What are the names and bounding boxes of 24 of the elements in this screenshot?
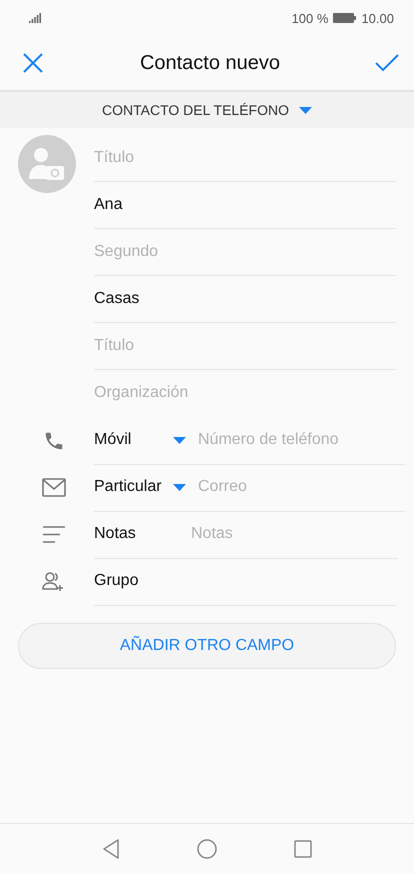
input-field[interactable]: Número de teléfono <box>198 425 405 455</box>
input-field[interactable]: Casas <box>94 276 396 323</box>
type-dropdown[interactable]: Móvil <box>94 425 186 455</box>
caret-icon <box>173 436 186 444</box>
account-selector[interactable]: CONTACTO DEL TELÉFONO <box>0 90 414 128</box>
mail-icon <box>42 478 66 497</box>
battery-icon <box>333 13 356 23</box>
caret-icon <box>173 484 186 490</box>
battery-percent: 100 % <box>292 10 328 26</box>
input-field[interactable]: Notas <box>191 519 398 549</box>
field-label: Notas <box>94 525 137 543</box>
input-field[interactable]: Segundo <box>94 229 396 276</box>
clock-time: 10.00 <box>361 10 394 26</box>
caret-icon <box>298 106 312 114</box>
input-field[interactable]: Correo <box>198 472 405 502</box>
input-field[interactable]: Título <box>94 135 396 182</box>
type-dropdown[interactable]: Particular <box>94 472 186 502</box>
signal-icon <box>29 13 42 23</box>
input-field[interactable]: Organización <box>94 370 396 417</box>
notes-icon <box>43 526 65 543</box>
field-label: Grupo <box>94 572 140 590</box>
input-field[interactable]: Ana <box>94 182 396 229</box>
screen-title: Contacto nuevo <box>140 52 280 74</box>
input-field[interactable]: Título <box>94 323 396 370</box>
